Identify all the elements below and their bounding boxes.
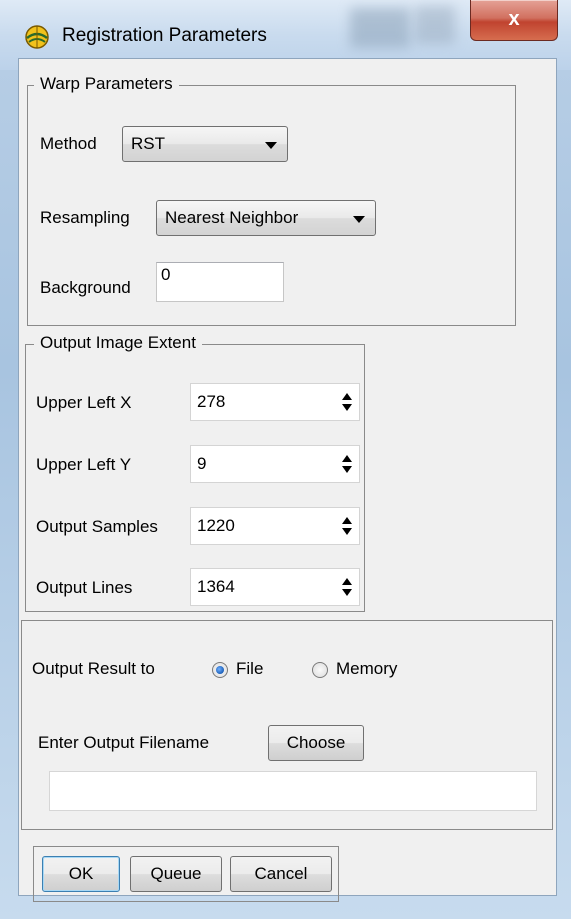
resampling-label: Resampling xyxy=(40,208,130,227)
background-blur xyxy=(350,8,410,48)
background-blur xyxy=(415,6,455,44)
output-lines-value: 1364 xyxy=(197,577,235,596)
output-lines-spinner[interactable]: 1364 xyxy=(190,568,360,606)
ok-button[interactable]: OK xyxy=(42,856,120,892)
warp-parameters-group: Warp Parameters Method RST Resampling Ne… xyxy=(27,74,516,326)
resampling-value: Nearest Neighbor xyxy=(165,208,299,227)
upper-left-y-value: 9 xyxy=(197,454,207,473)
memory-radio[interactable] xyxy=(312,662,328,678)
resampling-dropdown[interactable]: Nearest Neighbor xyxy=(156,200,376,236)
spinner-arrows-icon[interactable] xyxy=(341,577,353,597)
output-lines-label: Output Lines xyxy=(36,578,133,597)
output-samples-value: 1220 xyxy=(197,516,235,535)
background-input[interactable]: 0 xyxy=(156,262,284,302)
spinner-arrows-icon[interactable] xyxy=(341,454,353,474)
cancel-button[interactable]: Cancel xyxy=(230,856,332,892)
close-button[interactable]: x xyxy=(470,0,558,41)
dialog-body: Warp Parameters Method RST Resampling Ne… xyxy=(18,58,557,902)
spinner-arrows-icon[interactable] xyxy=(341,516,353,536)
background-value: 0 xyxy=(161,265,171,284)
window-title: Registration Parameters xyxy=(62,25,267,46)
file-option-label[interactable]: File xyxy=(236,659,263,679)
background-label: Background xyxy=(40,278,131,297)
method-label: Method xyxy=(40,134,97,153)
idl-globe-icon xyxy=(25,25,49,49)
output-samples-label: Output Samples xyxy=(36,517,158,536)
output-result-to-label: Output Result to xyxy=(32,659,155,678)
upper-left-x-spinner[interactable]: 278 xyxy=(190,383,360,421)
output-filename-input[interactable] xyxy=(49,771,537,811)
chevron-down-icon xyxy=(353,216,365,223)
chevron-down-icon xyxy=(265,142,277,149)
spinner-arrows-icon[interactable] xyxy=(341,392,353,412)
output-extent-group: Output Image Extent Upper Left X 278 Upp… xyxy=(25,333,365,612)
upper-left-y-label: Upper Left Y xyxy=(36,455,132,474)
output-filename-label: Enter Output Filename xyxy=(38,733,210,752)
choose-button[interactable]: Choose xyxy=(268,725,364,761)
upper-left-x-value: 278 xyxy=(197,392,226,411)
queue-button[interactable]: Queue xyxy=(130,856,222,892)
upper-left-x-label: Upper Left X xyxy=(36,393,132,412)
close-icon[interactable]: x xyxy=(508,8,519,30)
output-extent-legend: Output Image Extent xyxy=(34,333,202,353)
method-dropdown[interactable]: RST xyxy=(122,126,288,162)
warp-parameters-legend: Warp Parameters xyxy=(34,74,179,94)
memory-option-label[interactable]: Memory xyxy=(336,659,397,679)
file-radio[interactable] xyxy=(212,662,228,678)
output-samples-spinner[interactable]: 1220 xyxy=(190,507,360,545)
upper-left-y-spinner[interactable]: 9 xyxy=(190,445,360,483)
method-value: RST xyxy=(131,134,165,153)
action-buttons-group: OK Queue Cancel xyxy=(33,846,339,902)
